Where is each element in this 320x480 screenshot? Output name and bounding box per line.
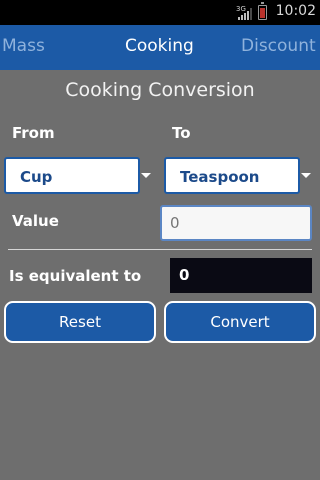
value-label: Value xyxy=(12,212,59,230)
tab-bar: Mass Cooking Discount xyxy=(0,25,320,70)
to-label: To xyxy=(172,124,191,142)
status-bar: 3G 10:02 xyxy=(0,0,320,25)
tab-cooking[interactable]: Cooking xyxy=(125,36,194,56)
from-label: From xyxy=(12,124,55,142)
tab-mass[interactable]: Mass xyxy=(2,36,45,56)
divider xyxy=(8,249,312,250)
equivalent-label: Is equivalent to xyxy=(9,267,142,285)
reset-button[interactable]: Reset xyxy=(4,301,156,343)
tab-discount[interactable]: Discount xyxy=(241,36,316,56)
dropdown-arrow-icon[interactable] xyxy=(301,173,311,178)
page-title: Cooking Conversion xyxy=(65,79,255,101)
value-input[interactable] xyxy=(160,205,312,241)
dropdown-arrow-icon[interactable] xyxy=(141,173,151,178)
result-display: 0 xyxy=(170,258,312,293)
from-unit-dropdown[interactable]: Cup xyxy=(4,157,140,194)
from-unit-value: Cup xyxy=(20,168,53,186)
result-value: 0 xyxy=(179,266,190,284)
signal-icon xyxy=(238,8,252,20)
to-unit-value: Teaspoon xyxy=(180,168,260,186)
clock: 10:02 xyxy=(275,3,316,19)
to-unit-dropdown[interactable]: Teaspoon xyxy=(164,157,300,194)
battery-icon xyxy=(258,2,267,20)
convert-button[interactable]: Convert xyxy=(164,301,316,343)
